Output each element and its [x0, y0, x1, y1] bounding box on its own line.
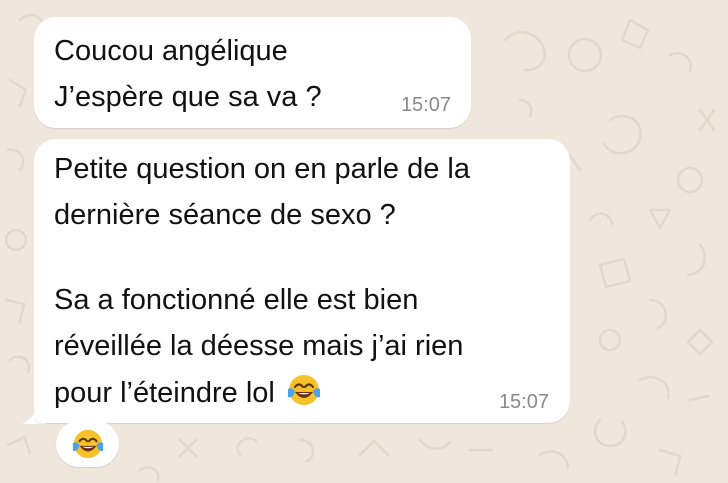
message-bubble-2[interactable]: Petite question on en parle de la derniè…	[34, 139, 570, 423]
message-text-line: réveillée la déesse mais j’ai rien	[54, 330, 464, 362]
message-text-line: dernière séance de sexo ?	[54, 199, 396, 231]
reaction-badge[interactable]	[56, 421, 119, 467]
message-text: pour l’éteindre lol	[54, 377, 275, 409]
message-bubble-1[interactable]: Coucou angélique J’espère que sa va ? 15…	[34, 17, 471, 128]
message-text-line: Petite question on en parle de la	[54, 153, 470, 185]
message-text-line: Sa a fonctionné elle est bien	[54, 284, 419, 316]
message-text-line: J’espère que sa va ?	[54, 81, 322, 113]
message-text-line-last: pour l’éteindre lol	[54, 372, 322, 411]
face-with-tears-of-joy-emoji	[72, 429, 103, 459]
message-text-line: Coucou angélique	[54, 35, 288, 67]
message-timestamp: 15:07	[498, 391, 549, 413]
message-timestamp: 15:07	[400, 94, 451, 116]
face-with-tears-of-joy-emoji	[287, 375, 320, 405]
